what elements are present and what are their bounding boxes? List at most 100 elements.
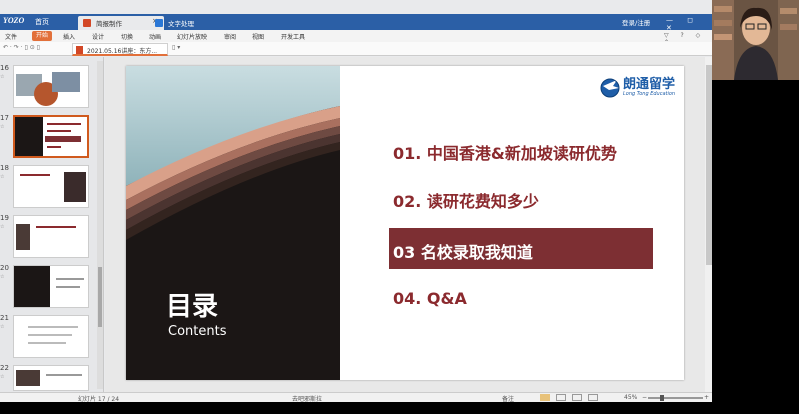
star-icon[interactable]: ☆ bbox=[0, 324, 4, 330]
slide-thumbnail-21[interactable] bbox=[13, 315, 89, 358]
slide-cover-artwork: 目录 Contents bbox=[126, 66, 340, 380]
slide-thumbnail-22[interactable] bbox=[13, 365, 89, 391]
tab-label: 文字处理 bbox=[168, 20, 194, 28]
thumbnail-scrollbar-thumb[interactable] bbox=[98, 267, 102, 327]
thumbnail-image bbox=[16, 224, 30, 250]
thumbnail-line bbox=[28, 334, 72, 336]
thumbnail-scrollbar[interactable] bbox=[97, 61, 103, 389]
toc-item-3: 03 名校录取我知道 bbox=[393, 243, 533, 262]
globe-airplane-icon bbox=[600, 78, 620, 98]
new-document-icon[interactable]: ▯ ▾ bbox=[172, 44, 180, 51]
star-icon[interactable]: ☆ bbox=[0, 274, 4, 280]
menu-transitions[interactable]: 切换 bbox=[121, 32, 133, 41]
tab-label: 简报制作 bbox=[96, 20, 122, 28]
zoom-out-button[interactable]: − bbox=[642, 394, 647, 401]
thumbnail-line bbox=[46, 374, 82, 376]
webcam-background bbox=[712, 80, 799, 402]
toc-item-4: 04. Q&A bbox=[393, 289, 467, 308]
star-icon[interactable]: ☆ bbox=[0, 224, 4, 230]
thumbnail-line bbox=[47, 146, 61, 148]
presenter-video bbox=[712, 0, 799, 80]
brand-name: 朗通留学 bbox=[623, 77, 676, 92]
menu-insert[interactable]: 插入 bbox=[63, 32, 75, 41]
webcam-video bbox=[712, 0, 799, 80]
toc-item-1: 01. 中国香港&新加坡读研优势 bbox=[393, 144, 617, 163]
thumbnail-line bbox=[47, 123, 81, 125]
star-icon[interactable]: ☆ bbox=[0, 374, 4, 380]
thumbnail-dark-panel bbox=[15, 117, 43, 156]
brand-name-en: Long Tong Education bbox=[623, 91, 676, 97]
thumbnail-line bbox=[20, 174, 50, 176]
tab-word-processor[interactable]: 文字处理 bbox=[150, 16, 220, 30]
document-tab[interactable]: 2021.05.16讲座：东方... bbox=[72, 43, 168, 56]
menu-review[interactable]: 审阅 bbox=[224, 32, 236, 41]
thumbnail-line bbox=[28, 326, 78, 328]
thumbnail-photo bbox=[52, 72, 80, 92]
zoom-slider[interactable] bbox=[648, 397, 703, 399]
reading-view-icon[interactable] bbox=[572, 394, 582, 401]
slide-number: 16 bbox=[0, 64, 9, 72]
normal-view-icon[interactable] bbox=[540, 394, 550, 401]
presentation-icon bbox=[83, 19, 91, 27]
slide-subtitle: Contents bbox=[168, 324, 227, 339]
presentation-file-icon bbox=[76, 46, 83, 54]
slide-number: 17 bbox=[0, 114, 9, 122]
architecture-photo bbox=[126, 66, 340, 380]
slide-thumbnail-17[interactable] bbox=[13, 115, 89, 158]
slide-thumbnail-19[interactable] bbox=[13, 215, 89, 258]
thumbnail-image bbox=[16, 370, 40, 386]
current-slide[interactable]: 目录 Contents 朗通留学 Long Tong Education 01.… bbox=[126, 66, 684, 380]
star-icon[interactable]: ☆ bbox=[0, 124, 4, 130]
thumbnail-line bbox=[47, 130, 71, 132]
slide-thumbnail-16[interactable] bbox=[13, 65, 89, 108]
slide-number: 20 bbox=[0, 264, 9, 272]
home-tab[interactable]: 首页 bbox=[35, 17, 49, 27]
document-tab-label: 2021.05.16讲座：东方... bbox=[87, 48, 158, 55]
thumbnail-line bbox=[36, 226, 76, 228]
menu-view[interactable]: 视图 bbox=[252, 32, 264, 41]
app-window: YOZO 首页 简报制作 × 文字处理 登录/注册 — ◻ ✕ 文件 开始 插入… bbox=[0, 0, 712, 402]
quick-access-toolbar: ↶ · ↷ · ▯ ⊙ ▯ 2021.05.16讲座：东方... ▯ ▾ bbox=[0, 42, 712, 56]
slide-number: 22 bbox=[0, 364, 9, 372]
slide-number: 21 bbox=[0, 314, 9, 322]
slide-title: 目录 bbox=[166, 292, 219, 322]
zoom-in-button[interactable]: + bbox=[704, 394, 709, 401]
theme-name: 去吧邪斯拉 bbox=[292, 396, 323, 402]
slide-counter: 幻灯片 17 / 24 bbox=[78, 396, 120, 402]
app-logo: YOZO bbox=[3, 16, 25, 25]
notes-button[interactable]: 备注 bbox=[502, 394, 514, 402]
slideshow-view-icon[interactable] bbox=[588, 394, 598, 401]
zoom-slider-handle[interactable] bbox=[660, 395, 664, 401]
menu-home[interactable]: 开始 bbox=[32, 31, 53, 41]
menu-design[interactable]: 设计 bbox=[92, 32, 104, 41]
sorter-view-icon[interactable] bbox=[556, 394, 566, 401]
slide-number: 18 bbox=[0, 164, 9, 172]
slide-thumbnail-18[interactable] bbox=[13, 165, 89, 208]
thumbnail-image bbox=[64, 172, 86, 202]
slide-thumbnail-panel: 16 ☆ 17 ☆ 18 ☆ 19 ☆ 20 ☆ 21 ☆ 22 ☆ bbox=[0, 57, 104, 392]
login-link[interactable]: 登录/注册 bbox=[622, 17, 650, 27]
thumbnail-line bbox=[28, 342, 66, 344]
ribbon-menu: 文件 开始 插入 设计 切换 动画 幻灯片放映 审阅 视图 开发工具 ▽ ? ◇… bbox=[0, 30, 712, 46]
star-icon[interactable]: ☆ bbox=[0, 74, 4, 80]
menu-animations[interactable]: 动画 bbox=[149, 32, 161, 41]
toc-item-2: 02. 读研花费知多少 bbox=[393, 192, 539, 211]
menu-developer[interactable]: 开发工具 bbox=[281, 32, 305, 41]
menu-file[interactable]: 文件 bbox=[5, 32, 17, 41]
brand-logo: 朗通留学 Long Tong Education bbox=[599, 72, 681, 104]
title-tab-bar: YOZO 首页 简报制作 × 文字处理 登录/注册 — ◻ ✕ bbox=[0, 14, 712, 32]
menu-slideshow[interactable]: 幻灯片放映 bbox=[177, 32, 207, 41]
thumbnail-dark-panel bbox=[14, 266, 50, 307]
document-icon bbox=[155, 19, 163, 27]
status-bar: 幻灯片 17 / 24 去吧邪斯拉 备注 45% − + bbox=[0, 392, 712, 402]
slide-thumbnail-20[interactable] bbox=[13, 265, 89, 308]
thumbnail-line bbox=[56, 278, 84, 280]
slide-number: 19 bbox=[0, 214, 9, 222]
zoom-level: 45% bbox=[624, 394, 638, 401]
star-icon[interactable]: ☆ bbox=[0, 174, 4, 180]
quick-access-icons[interactable]: ↶ · ↷ · ▯ ⊙ ▯ bbox=[3, 44, 40, 51]
slide-editing-area: 目录 Contents 朗通留学 Long Tong Education 01.… bbox=[105, 57, 712, 392]
thumbnail-line bbox=[45, 136, 81, 142]
thumbnail-line bbox=[56, 286, 80, 288]
screen-bottom-edge bbox=[0, 402, 799, 414]
